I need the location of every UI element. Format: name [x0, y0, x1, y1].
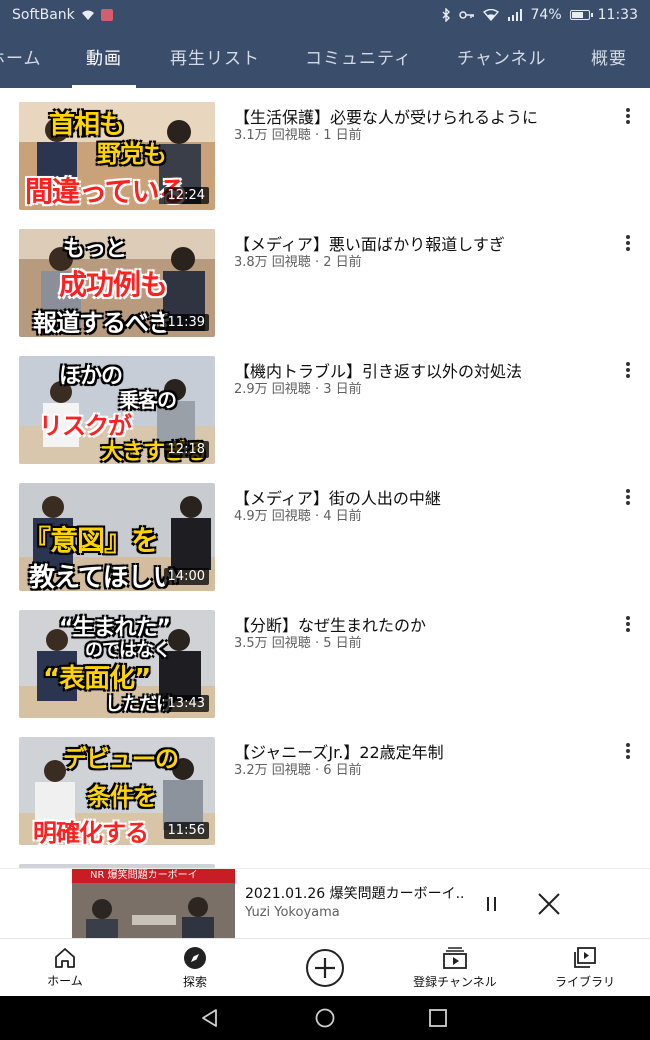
cell-signal-icon: [507, 9, 523, 21]
thumbnail-caption: もっと: [63, 237, 127, 262]
thumbnail-caption: 教えてほしい: [29, 563, 179, 591]
video-meta: 3.1万 回視聴 · 1 日前: [234, 128, 362, 143]
clock: 11:33: [597, 7, 638, 23]
video-meta: 3.8万 回視聴 · 2 日前: [234, 255, 362, 270]
tab-community[interactable]: コミュニティ: [305, 30, 412, 88]
thumbnail-caption: 報道するべき: [33, 309, 172, 337]
video-item[interactable]: デビューの 条件を 明確化する 11:56 【ジャニーズJr.】22歳定年制 3…: [0, 723, 650, 850]
video-item[interactable]: 首相も 野党も 間違っている 12:24 【生活保護】必要な人が受けられるように…: [0, 88, 650, 215]
library-icon: [574, 947, 596, 968]
more-options-icon[interactable]: [620, 487, 636, 507]
nav-subscriptions[interactable]: 登録チャンネル: [404, 939, 506, 997]
more-options-icon[interactable]: [620, 233, 636, 253]
add-icon: [306, 949, 344, 987]
thumbnail-caption: 間違っている: [25, 175, 187, 208]
wifi-icon: [81, 9, 95, 21]
more-options-icon[interactable]: [620, 360, 636, 380]
thumbnail-caption: 明確化する: [33, 819, 149, 845]
video-duration: 12:18: [163, 441, 209, 458]
home-button-icon[interactable]: [315, 1008, 335, 1028]
video-item[interactable]: もっと 成功例も 報道するべき 11:39 【メディア】悪い面ばかり報道しすぎ …: [0, 215, 650, 342]
nav-label: ホーム: [47, 974, 83, 988]
video-duration: 14:00: [163, 568, 209, 585]
video-duration: 11:56: [163, 822, 209, 839]
wifi-signal-icon: [482, 9, 499, 21]
thumbnail-caption: 野党も: [97, 140, 167, 168]
mini-player[interactable]: NR 爆笑問題カーボーイ 2021.01.26 爆笑問題カーボーイ... Yuz…: [0, 868, 650, 939]
home-icon: [55, 948, 75, 968]
tab-playlists[interactable]: 再生リスト: [170, 30, 260, 88]
mini-player-title[interactable]: 2021.01.26 爆笑問題カーボーイ...: [245, 883, 465, 903]
video-list[interactable]: 首相も 野党も 間違っている 12:24 【生活保護】必要な人が受けられるように…: [0, 88, 650, 938]
video-duration: 12:24: [163, 187, 209, 204]
nav-home[interactable]: ホーム: [24, 939, 106, 997]
thumbnail-caption: ほかの: [59, 364, 123, 389]
more-options-icon[interactable]: [620, 614, 636, 634]
tab-home[interactable]: ホーム: [0, 30, 42, 88]
video-thumbnail[interactable]: 首相も 野党も 間違っている 12:24: [19, 102, 215, 210]
tab-about[interactable]: 概要: [591, 30, 627, 88]
video-thumbnail[interactable]: 『意図』を 教えてほしい 14:00: [19, 483, 215, 591]
video-thumbnail[interactable]: ほかの 乗客の リスクが 大きすぎる 12:18: [19, 356, 215, 464]
video-duration: 13:43: [163, 695, 209, 712]
nav-library[interactable]: ライブラリ: [544, 939, 626, 997]
video-thumbnail[interactable]: “生まれた” のではなく “表面化” しただけ 13:43: [19, 610, 215, 718]
back-icon[interactable]: [200, 1008, 220, 1028]
close-icon[interactable]: [536, 891, 562, 917]
nav-explore[interactable]: 探索: [154, 939, 236, 997]
thumbnail-caption: 条件を: [87, 783, 157, 811]
mini-player-channel: Yuzi Yokoyama: [245, 905, 340, 920]
mini-player-thumbnail[interactable]: NR 爆笑問題カーボーイ: [72, 869, 235, 939]
video-meta: 2.9万 回視聴 · 3 日前: [234, 382, 362, 397]
system-navigation-bar: [0, 996, 650, 1040]
bottom-navigation: ホーム 探索 登録チャンネル ライブラリ: [0, 938, 650, 996]
tab-channels[interactable]: チャンネル: [457, 30, 547, 88]
video-thumbnail[interactable]: デビューの 条件を 明確化する 11:56: [19, 737, 215, 845]
nav-label: ライブラリ: [554, 975, 615, 989]
video-meta: 3.5万 回視聴 · 5 日前: [234, 636, 362, 651]
explore-icon: [184, 947, 206, 969]
carrier-label: SoftBank: [12, 7, 75, 23]
more-options-icon[interactable]: [620, 106, 636, 126]
nav-create[interactable]: [284, 939, 366, 997]
vpn-key-icon: [458, 10, 475, 20]
nav-label: 探索: [182, 975, 207, 989]
channel-tab-bar: ホーム 動画 再生リスト コミュニティ チャンネル 概要: [0, 30, 650, 88]
mini-player-banner: NR 爆笑問題カーボーイ: [72, 869, 235, 883]
subscriptions-icon: [443, 947, 467, 969]
nav-label: 登録チャンネル: [413, 975, 497, 989]
thumbnail-caption: デビューの: [63, 745, 179, 773]
video-duration: 11:39: [163, 314, 209, 331]
notification-icon: [100, 9, 113, 21]
battery-percent: 74%: [530, 7, 562, 23]
thumbnail-caption: 『意図』を: [23, 524, 159, 557]
video-item[interactable]: 『意図』を 教えてほしい 14:00 【メディア】街の人出の中継 4.9万 回視…: [0, 469, 650, 596]
video-item[interactable]: “生まれた” のではなく “表面化” しただけ 13:43 【分断】なぜ生まれた…: [0, 596, 650, 723]
battery-icon: [569, 10, 593, 20]
status-bar: SoftBank 74% 11:33: [0, 0, 650, 30]
bluetooth-icon: [441, 8, 451, 22]
recents-icon[interactable]: [428, 1008, 448, 1028]
tab-videos[interactable]: 動画: [72, 30, 136, 88]
thumbnail-caption: しただけ: [105, 694, 174, 715]
video-thumbnail[interactable]: もっと 成功例も 報道するべき 11:39: [19, 229, 215, 337]
thumbnail-caption: 成功例も: [59, 268, 168, 301]
more-options-icon[interactable]: [620, 741, 636, 761]
video-meta: 3.2万 回視聴 · 6 日前: [234, 763, 362, 778]
pause-icon[interactable]: [480, 891, 502, 917]
video-item[interactable]: ほかの 乗客の リスクが 大きすぎる 12:18 【機内トラブル】引き返す以外の…: [0, 342, 650, 469]
video-meta: 4.9万 回視聴 · 4 日前: [234, 509, 362, 524]
